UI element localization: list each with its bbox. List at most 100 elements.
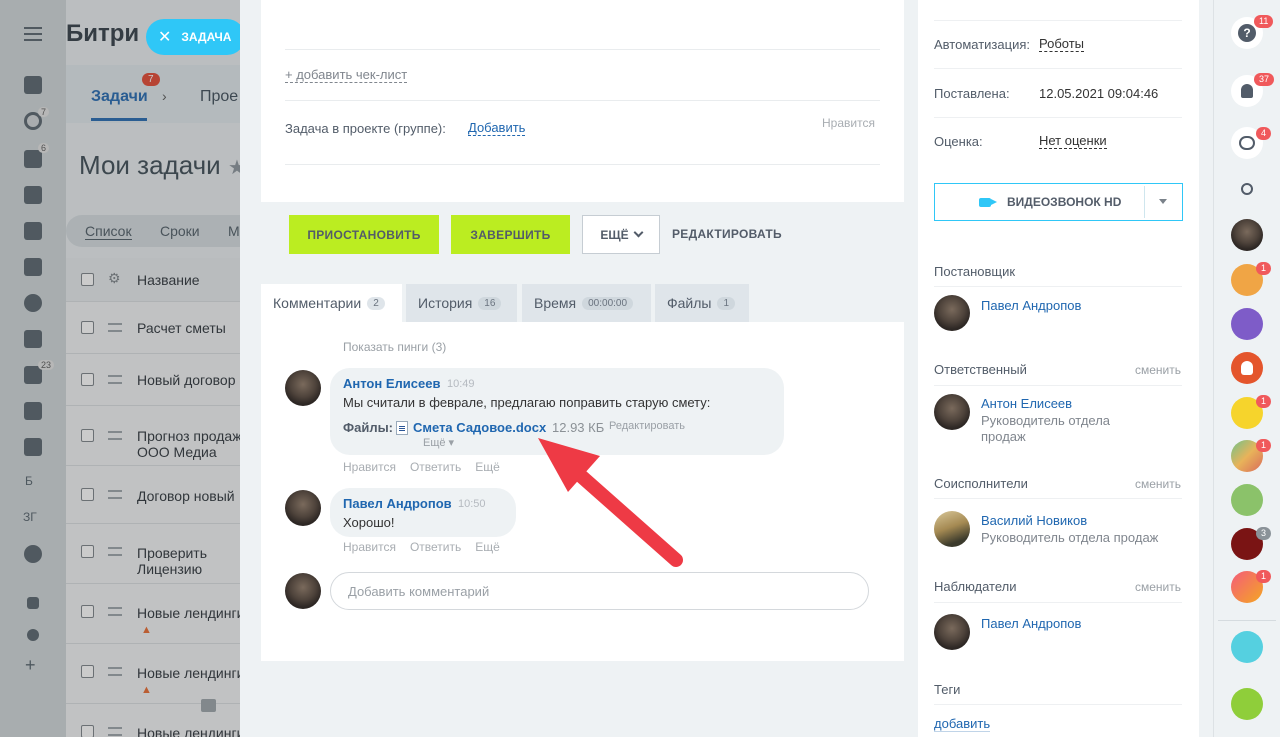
video-call-button[interactable]: ВИДЕОЗВОНОК HD bbox=[934, 183, 1183, 221]
avatar[interactable] bbox=[285, 490, 321, 526]
help-badge: 11 bbox=[1254, 15, 1274, 28]
chevron-down-icon bbox=[633, 227, 644, 238]
created-label: Поставлена: bbox=[934, 86, 1010, 101]
automation-label: Автоматизация: bbox=[934, 37, 1030, 52]
divider bbox=[285, 49, 880, 50]
divider bbox=[285, 100, 880, 101]
tab-files[interactable]: Файлы 1 bbox=[655, 284, 749, 322]
add-tag-link[interactable]: добавить bbox=[934, 717, 991, 732]
avatar-badge: 3 bbox=[1256, 527, 1272, 540]
finish-button[interactable]: ЗАВЕРШИТЬ bbox=[451, 215, 570, 254]
search-icon bbox=[1241, 183, 1253, 195]
tab-label: Время bbox=[534, 295, 577, 311]
tab-time[interactable]: Время 00:00:00 bbox=[522, 284, 651, 322]
reply-link[interactable]: Ответить bbox=[410, 460, 461, 474]
comment-author[interactable]: Павел Андропов bbox=[343, 496, 452, 511]
chat-badge: 4 bbox=[1256, 127, 1272, 140]
divider bbox=[1144, 186, 1145, 218]
divider bbox=[934, 286, 1182, 287]
avatar[interactable] bbox=[285, 370, 321, 406]
avatar-badge: 1 bbox=[1256, 395, 1272, 408]
task-close-chip[interactable]: ✕ ЗАДАЧА bbox=[146, 19, 246, 55]
task-card bbox=[261, 0, 904, 202]
comment-text: Мы считали в феврале, предлагаю поправит… bbox=[343, 395, 711, 410]
call-button[interactable] bbox=[1231, 688, 1263, 720]
annotation-arrow-icon bbox=[538, 438, 683, 567]
observer-name[interactable]: Павел Андропов bbox=[981, 616, 1081, 631]
like-link[interactable]: Нравится bbox=[343, 540, 396, 554]
divider bbox=[285, 164, 880, 165]
tab-label: История bbox=[418, 295, 473, 311]
file-more-link[interactable]: Ещё ▾ bbox=[423, 436, 454, 449]
more-link[interactable]: Ещё bbox=[475, 540, 500, 554]
avatar[interactable] bbox=[1231, 219, 1263, 251]
tab-count: 1 bbox=[717, 296, 736, 310]
divider bbox=[934, 704, 1182, 705]
search-button[interactable] bbox=[1231, 173, 1263, 205]
rating-value[interactable]: Нет оценки bbox=[1039, 134, 1107, 149]
avatar[interactable] bbox=[934, 295, 970, 331]
app-button[interactable] bbox=[1231, 631, 1263, 663]
comment-actions: Нравится Ответить Ещё bbox=[343, 460, 500, 474]
observers-title: Наблюдатели bbox=[934, 579, 1017, 594]
responsible-role: Руководитель отдела продаж bbox=[981, 413, 1111, 444]
rating-label: Оценка: bbox=[934, 134, 983, 149]
coexecutor-role: Руководитель отдела продаж bbox=[981, 530, 1159, 545]
avatar[interactable] bbox=[934, 394, 970, 430]
dim-overlay bbox=[0, 0, 240, 737]
avatar-badge: 1 bbox=[1256, 439, 1272, 452]
tab-label: Комментарии bbox=[273, 295, 362, 311]
files-label: Файлы: bbox=[343, 420, 394, 435]
video-call-label: ВИДЕОЗВОНОК HD bbox=[1007, 195, 1122, 209]
responsible-title: Ответственный bbox=[934, 362, 1027, 377]
comment-author[interactable]: Антон Елисеев bbox=[343, 376, 440, 391]
user-contact[interactable] bbox=[1231, 352, 1263, 384]
creator-title: Постановщик bbox=[934, 264, 1016, 279]
notifications-badge: 37 bbox=[1254, 73, 1275, 86]
avatar[interactable] bbox=[934, 511, 970, 547]
tab-comments[interactable]: Комментарии 2 bbox=[261, 284, 402, 322]
created-value: 12.05.2021 09:04:46 bbox=[1039, 86, 1159, 101]
divider bbox=[934, 602, 1182, 603]
edit-button[interactable]: РЕДАКТИРОВАТЬ bbox=[672, 227, 782, 241]
responsible-name[interactable]: Антон Елисеев bbox=[981, 396, 1072, 411]
phone-contact[interactable] bbox=[1231, 308, 1263, 340]
automation-value[interactable]: Роботы bbox=[1039, 37, 1085, 52]
tab-count: 2 bbox=[367, 296, 385, 310]
coexecutor-name[interactable]: Василий Новиков bbox=[981, 513, 1087, 528]
bell-icon bbox=[1241, 84, 1253, 98]
chat-icon bbox=[1239, 136, 1255, 150]
divider bbox=[934, 68, 1182, 69]
creator-name[interactable]: Павел Андропов bbox=[981, 298, 1081, 313]
tab-count: 16 bbox=[478, 296, 502, 310]
like-link[interactable]: Нравится bbox=[822, 116, 875, 130]
avatar[interactable] bbox=[1231, 484, 1263, 516]
project-label: Задача в проекте (группе): bbox=[285, 121, 446, 136]
docx-file-icon bbox=[396, 421, 408, 435]
show-pings-link[interactable]: Показать пинги (3) bbox=[343, 340, 446, 354]
divider bbox=[934, 20, 1182, 21]
change-coexecutors-link[interactable]: сменить bbox=[1135, 477, 1181, 491]
comment-time: 10:49 bbox=[447, 378, 475, 390]
comment-actions: Нравится Ответить Ещё bbox=[343, 540, 500, 554]
coexecutors-title: Соисполнители bbox=[934, 476, 1028, 491]
divider bbox=[934, 117, 1182, 118]
avatar bbox=[285, 573, 321, 609]
reply-link[interactable]: Ответить bbox=[410, 540, 461, 554]
divider bbox=[1218, 620, 1276, 621]
change-responsible-link[interactable]: сменить bbox=[1135, 363, 1181, 377]
more-button[interactable]: ЕЩЁ bbox=[582, 215, 660, 254]
caret-down-icon[interactable] bbox=[1159, 199, 1167, 204]
divider bbox=[934, 498, 1182, 499]
change-observers-link[interactable]: сменить bbox=[1135, 580, 1181, 594]
close-icon[interactable]: ✕ bbox=[158, 27, 171, 47]
tab-count: 00:00:00 bbox=[582, 296, 634, 310]
pause-button[interactable]: ПРИОСТАНОВИТЬ bbox=[289, 215, 439, 254]
more-link[interactable]: Ещё bbox=[475, 460, 500, 474]
tab-history[interactable]: История 16 bbox=[406, 284, 517, 322]
avatar-badge: 1 bbox=[1256, 570, 1272, 583]
add-checklist-link[interactable]: + добавить чек-лист bbox=[285, 68, 408, 83]
project-add-link[interactable]: Добавить bbox=[468, 121, 526, 136]
like-link[interactable]: Нравится bbox=[343, 460, 396, 474]
avatar[interactable] bbox=[934, 614, 970, 650]
